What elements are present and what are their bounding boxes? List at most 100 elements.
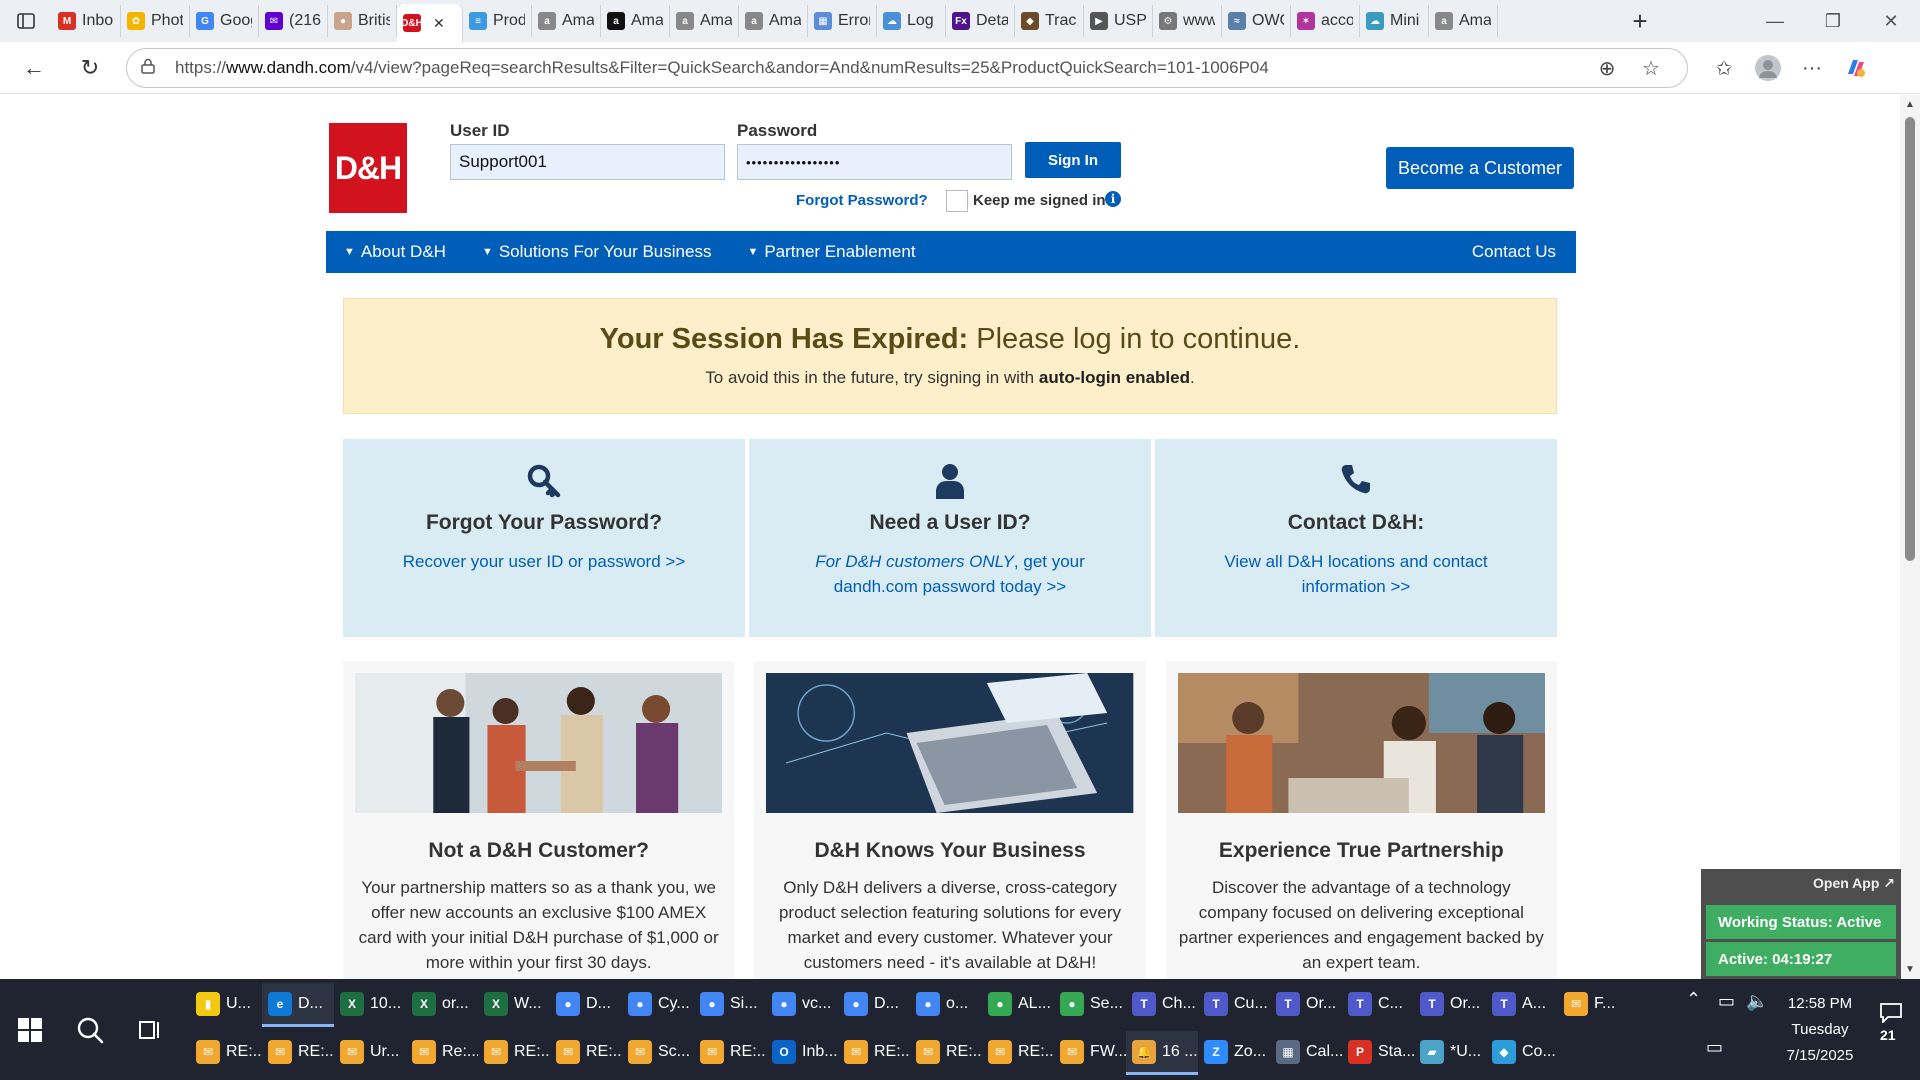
browser-tab[interactable]: ● Britis	[328, 5, 397, 37]
taskbar-app-button[interactable]: T Ch...	[1126, 983, 1198, 1027]
browser-tab[interactable]: Fx Deta	[946, 5, 1015, 37]
tab-actions-button[interactable]	[0, 0, 52, 42]
browser-tab[interactable]: ▶ USPS	[1084, 5, 1153, 37]
taskbar-app-button[interactable]: ● Se...	[1054, 983, 1126, 1027]
taskbar-app-button[interactable]: ✉ RE:...	[838, 1031, 910, 1075]
close-window-button[interactable]: ✕	[1862, 0, 1920, 42]
copilot-icon[interactable]	[1834, 48, 1878, 88]
nav-about[interactable]: ▼ About D&H	[344, 242, 446, 262]
nav-contact-us[interactable]: Contact Us	[1472, 242, 1556, 262]
taskbar-app-button[interactable]: P Sta...	[1342, 1031, 1414, 1075]
taskbar-app-button[interactable]: ✉ RE:...	[694, 1031, 766, 1075]
reading-mode-icon[interactable]: ⊕	[1585, 48, 1629, 88]
taskbar-app-button[interactable]: T Cu...	[1198, 983, 1270, 1027]
task-view-button[interactable]	[120, 1018, 180, 1042]
password-input[interactable]: •••••••••••••••••	[737, 144, 1012, 180]
taskbar-app-button[interactable]: ✉ RE:...	[550, 1031, 622, 1075]
more-options-icon[interactable]: ···	[1790, 48, 1834, 88]
view-locations-link[interactable]: View all D&H locations and contact infor…	[1155, 549, 1557, 599]
working-status-badge[interactable]: Working Status: Active	[1706, 905, 1896, 939]
taskbar-app-button[interactable]: ● Si...	[694, 983, 766, 1027]
taskbar-app-button[interactable]: e D...	[262, 983, 334, 1027]
dandh-logo[interactable]: D&H	[329, 123, 407, 213]
taskbar-app-button[interactable]: ▦ Cal...	[1270, 1031, 1342, 1075]
back-button[interactable]: ←	[8, 42, 60, 94]
info-icon[interactable]: i	[1105, 191, 1121, 207]
close-tab-icon[interactable]: ✕	[433, 15, 445, 32]
nav-partner-enablement[interactable]: ▼ Partner Enablement	[747, 242, 915, 262]
favorite-star-icon[interactable]: ☆	[1629, 48, 1673, 88]
become-customer-button[interactable]: Become a Customer	[1386, 147, 1574, 189]
chevron-up-icon[interactable]: ⌃	[1686, 989, 1701, 1010]
taskbar-app-button[interactable]: T Or...	[1270, 983, 1342, 1027]
browser-tab[interactable]: ✿ Phot	[121, 5, 190, 37]
sign-in-button[interactable]: Sign In	[1025, 142, 1121, 178]
browser-tab[interactable]: a Ama	[1429, 5, 1498, 37]
taskbar-app-button[interactable]: T Or...	[1414, 983, 1486, 1027]
taskbar-app-button[interactable]: ● o...	[910, 983, 982, 1027]
taskbar-app-button[interactable]: ✉ RE:...	[190, 1031, 262, 1075]
taskbar-app-button[interactable]: T A...	[1486, 983, 1558, 1027]
taskbar-app-button[interactable]: ✉ RE:...	[910, 1031, 982, 1075]
volume-icon[interactable]: 🔈	[1746, 991, 1768, 1012]
search-button[interactable]	[60, 1016, 120, 1044]
taskbar-app-button[interactable]: ● Cy...	[622, 983, 694, 1027]
restore-button[interactable]: ❐	[1804, 0, 1862, 42]
taskbar-app-button[interactable]: ✉ RE:...	[982, 1031, 1054, 1075]
taskbar-app-button[interactable]: ◆ Co...	[1486, 1031, 1558, 1075]
taskbar-app-button[interactable]: ✉ FW...	[1054, 1031, 1126, 1075]
desktop-icon[interactable]: ▭	[1706, 1037, 1723, 1058]
taskbar-app-button[interactable]: ✉ RE:...	[478, 1031, 550, 1075]
recover-user-id-link[interactable]: Recover your user ID or password >>	[343, 549, 745, 574]
browser-tab[interactable]: a Ama	[670, 5, 739, 37]
browser-tab[interactable]: ≡ Prod	[463, 5, 532, 37]
taskbar-app-button[interactable]: ✉ Ur...	[334, 1031, 406, 1075]
new-tab-button[interactable]: +	[1620, 5, 1660, 37]
browser-tab[interactable]: ⚙ www	[1153, 5, 1222, 37]
refresh-button[interactable]: ↻	[64, 42, 116, 94]
taskbar-app-button[interactable]: ● D...	[838, 983, 910, 1027]
browser-tab[interactable]: D&H ✕	[397, 4, 463, 42]
browser-tab[interactable]: ✶ acco	[1291, 5, 1360, 37]
forgot-password-link[interactable]: Forgot Password?	[796, 192, 928, 209]
taskbar-app-button[interactable]: ● vc...	[766, 983, 838, 1027]
clock[interactable]: 12:58 PM Tuesday 7/15/2025	[1770, 991, 1870, 1069]
taskbar-app-button[interactable]: X 10...	[334, 983, 406, 1027]
browser-tab[interactable]: ▦ Error	[808, 5, 877, 37]
profile-avatar[interactable]	[1746, 48, 1790, 88]
browser-tab[interactable]: ◆ Track	[1015, 5, 1084, 37]
taskbar-app-button[interactable]: ▰ *U...	[1414, 1031, 1486, 1075]
taskbar-app-button[interactable]: ● D...	[550, 983, 622, 1027]
minimize-button[interactable]: —	[1746, 0, 1804, 42]
taskbar-app-button[interactable]: T C...	[1342, 983, 1414, 1027]
keep-signed-in-checkbox[interactable]	[946, 190, 968, 212]
scroll-down-arrow-icon[interactable]: ▼	[1904, 964, 1916, 975]
browser-tab[interactable]: ☁ Log	[877, 5, 946, 37]
taskbar-app-button[interactable]: ✉ Re:...	[406, 1031, 478, 1075]
get-password-link[interactable]: For D&H customers ONLY, get your dandh.c…	[749, 549, 1151, 599]
taskbar-app-button[interactable]: 🔔 16 ...	[1126, 1031, 1198, 1075]
page-scrollbar[interactable]: ▲ ▼	[1900, 95, 1920, 979]
taskbar-app-button[interactable]: X W...	[478, 983, 550, 1027]
browser-tab[interactable]: a Ama	[532, 5, 601, 37]
start-button[interactable]	[0, 1017, 60, 1042]
taskbar-app-button[interactable]: O Inb...	[766, 1031, 838, 1075]
scrollbar-thumb[interactable]	[1905, 117, 1915, 561]
browser-tab[interactable]: a Ama	[739, 5, 808, 37]
taskbar-app-button[interactable]: Z Zo...	[1198, 1031, 1270, 1075]
taskbar-app-button[interactable]: ▮ U...	[190, 983, 262, 1027]
taskbar-app-button[interactable]: ✉ F...	[1558, 983, 1630, 1027]
browser-tab[interactable]: G Goog	[190, 5, 259, 37]
user-id-input[interactable]: Support001	[450, 144, 725, 180]
favorites-icon[interactable]: ✩	[1702, 48, 1746, 88]
open-app-link[interactable]: Open App ↗	[1813, 875, 1895, 892]
notifications-icon[interactable]	[1880, 1003, 1902, 1028]
taskbar-app-button[interactable]: ✉ RE:...	[262, 1031, 334, 1075]
taskbar-app-button[interactable]: ● AL...	[982, 983, 1054, 1027]
nav-solutions[interactable]: ▼ Solutions For Your Business	[482, 242, 712, 262]
taskbar-app-button[interactable]: Xor...	[406, 983, 478, 1027]
battery-icon[interactable]: ▭	[1718, 991, 1735, 1012]
taskbar-app-button[interactable]: ✉ Sc...	[622, 1031, 694, 1075]
url-field[interactable]: https://www.dandh.com/v4/view?pageReq=se…	[126, 48, 1688, 88]
browser-tab[interactable]: ✉ (216	[259, 5, 328, 37]
